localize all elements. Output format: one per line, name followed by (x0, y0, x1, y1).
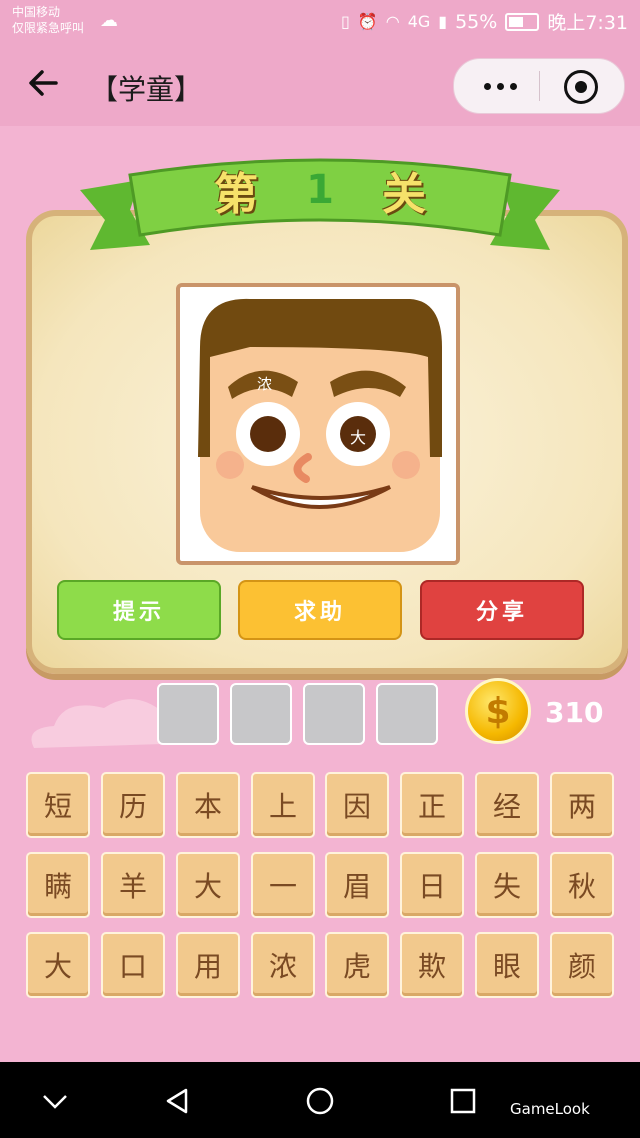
status-bar: 中国移动 仅限紧急呼叫 ☁ ▯ ⏰ ◠ 4G ▮ 55% 晚上7:31 (0, 0, 640, 42)
eyebrow-hint-char: 浓 (257, 375, 273, 393)
mini-program-capsule (453, 58, 625, 114)
page-title: 【学童】 (90, 73, 203, 106)
coin-count: 310 (545, 696, 604, 729)
letter-tile[interactable]: 羊 (101, 852, 165, 918)
chevron-down-icon[interactable] (40, 1086, 70, 1116)
clock: 晚上7:31 (547, 12, 628, 34)
letter-tile[interactable]: 大 (176, 852, 240, 918)
level-suffix: 关 (381, 169, 426, 220)
more-options-icon[interactable] (472, 71, 528, 101)
carrier-info: 中国移动 仅限紧急呼叫 (12, 4, 84, 36)
letter-tile[interactable]: 大 (26, 932, 90, 998)
back-arrow-icon[interactable] (26, 66, 60, 100)
letter-tile[interactable]: 虎 (325, 932, 389, 998)
nav-bar: 【学童】 (0, 42, 640, 126)
letter-tile[interactable]: 眉 (325, 852, 389, 918)
letter-tile[interactable]: 经 (475, 772, 539, 838)
carrier-status: 仅限紧急呼叫 (12, 21, 85, 35)
letter-tile[interactable]: 瞒 (26, 852, 90, 918)
letter-tile[interactable]: 一 (251, 852, 315, 918)
capsule-divider (539, 71, 540, 101)
letter-tile[interactable]: 历 (101, 772, 165, 838)
letter-tile[interactable]: 正 (400, 772, 464, 838)
vibrate-icon: ▯ (341, 12, 350, 31)
letter-tile[interactable]: 上 (251, 772, 315, 838)
battery-percent: 55% (455, 10, 498, 33)
level-prefix: 第 (214, 169, 259, 220)
puzzle-picture: 浓 大 (176, 283, 460, 565)
answer-slot[interactable] (376, 683, 438, 745)
share-button[interactable]: 分享 (420, 580, 584, 640)
letter-tile[interactable]: 本 (176, 772, 240, 838)
answer-slot[interactable] (230, 683, 292, 745)
letter-tile[interactable]: 浓 (251, 932, 315, 998)
signal-icon: ▮ (438, 12, 448, 31)
close-program-icon[interactable] (564, 70, 598, 104)
status-icons: ▯ ⏰ ◠ 4G ▮ 55% 晚上7:31 (341, 8, 628, 35)
letter-tile[interactable]: 眼 (475, 932, 539, 998)
eye-hint-char: 大 (350, 428, 367, 447)
letter-tile[interactable]: 日 (400, 852, 464, 918)
alarm-icon: ⏰ (357, 12, 378, 31)
weather-icon: ☁ (100, 10, 118, 31)
letter-tile[interactable]: 因 (325, 772, 389, 838)
hint-button[interactable]: 提示 (57, 580, 221, 640)
letter-tile[interactable]: 欺 (400, 932, 464, 998)
level-title: 第 1 关 (190, 160, 450, 220)
letter-tile[interactable]: 秋 (550, 852, 614, 918)
letter-tile[interactable]: 两 (550, 772, 614, 838)
home-circle-icon[interactable] (305, 1086, 335, 1116)
cartoon-face-illustration (198, 298, 442, 552)
answer-slot[interactable] (303, 683, 365, 745)
recent-apps-icon[interactable] (448, 1086, 478, 1116)
watermark-label: GameLook (510, 1100, 590, 1118)
back-triangle-icon[interactable] (162, 1086, 192, 1116)
letter-tile[interactable]: 口 (101, 932, 165, 998)
letter-tile[interactable]: 失 (475, 852, 539, 918)
signal-4g-label: 4G (407, 12, 431, 31)
letter-tile[interactable]: 用 (176, 932, 240, 998)
wifi-icon: ◠ (385, 12, 400, 31)
level-number: 1 (306, 167, 334, 213)
ask-help-button[interactable]: 求助 (238, 580, 402, 640)
battery-icon (505, 12, 540, 31)
letter-tile[interactable]: 短 (26, 772, 90, 838)
carrier-name: 中国移动 (12, 5, 61, 19)
coin-icon: $ (465, 678, 531, 744)
letter-tile[interactable]: 颜 (550, 932, 614, 998)
answer-slot[interactable] (157, 683, 219, 745)
